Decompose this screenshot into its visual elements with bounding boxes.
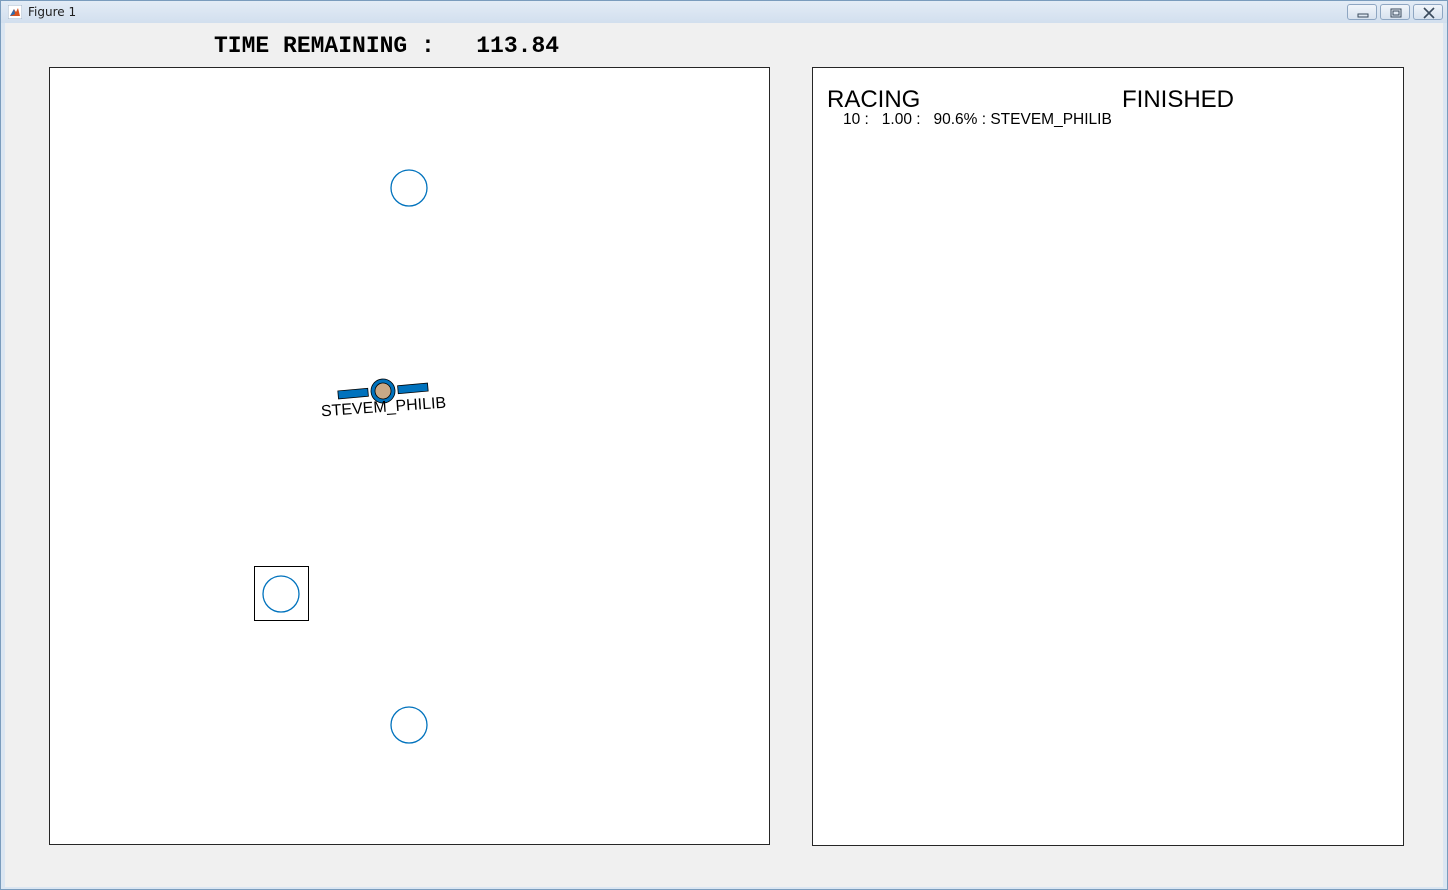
racing-header: RACING	[827, 86, 921, 113]
window-title: Figure 1	[28, 5, 77, 19]
figure-canvas: TIME REMAINING : 113.84 STEVEM_PHILIB RA…	[5, 23, 1443, 887]
checkpoint-bottom	[390, 706, 428, 744]
title-bar[interactable]: Figure 1	[1, 1, 1447, 23]
restore-icon	[1390, 8, 1402, 18]
time-remaining-label: TIME REMAINING : 113.84	[214, 33, 560, 59]
minimize-icon	[1357, 13, 1369, 18]
matlab-icon	[8, 5, 22, 19]
right-solar-panel	[397, 382, 429, 395]
left-solar-panel	[337, 387, 369, 400]
race-arena-plot	[254, 169, 429, 744]
close-button[interactable]	[1413, 4, 1443, 20]
finished-header: FINISHED	[1122, 86, 1235, 113]
close-icon	[1423, 7, 1435, 19]
racing-entry: 10 : 1.00 : 90.6% : STEVEM_PHILIB	[843, 111, 1112, 128]
scoreboard-axes: RACING FINISHED 10 : 1.00 : 90.6% : STEV…	[812, 67, 1404, 846]
checkpoint-target	[262, 575, 300, 613]
figure-window: Figure 1 TIME REMAINING : 113.84 STEVEM_…	[0, 0, 1448, 890]
restore-button[interactable]	[1380, 4, 1410, 20]
race-arena-axes: STEVEM_PHILIB	[49, 67, 770, 845]
minimize-button[interactable]	[1347, 4, 1377, 20]
checkpoint-top	[390, 169, 428, 207]
